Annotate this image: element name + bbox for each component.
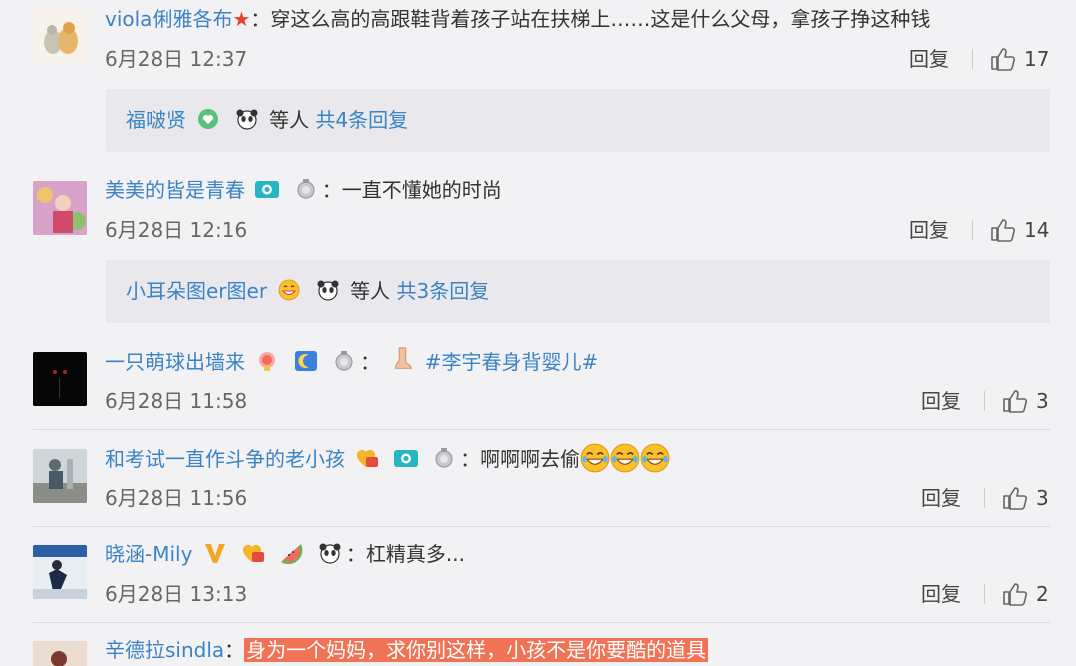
panda-icon: [319, 543, 341, 564]
reply-button[interactable]: 回复: [921, 484, 961, 512]
reply-button[interactable]: 回复: [909, 216, 949, 244]
avatar[interactable]: [33, 181, 87, 235]
separator: [984, 584, 985, 604]
sub-reply-others: 等人: [350, 279, 391, 303]
like-count: 3: [1036, 486, 1049, 510]
sub-reply-user[interactable]: 小耳朵图er图er: [126, 279, 267, 303]
avatar[interactable]: [33, 545, 87, 599]
divider: [33, 526, 1050, 527]
comment-time: 6月28日 11:58: [105, 389, 248, 413]
star-icon: ★: [232, 7, 251, 31]
comment-text: 杠精真多...: [365, 542, 465, 566]
separator: [984, 488, 985, 508]
vip-v-icon: [204, 544, 225, 563]
reply-button[interactable]: 回复: [909, 45, 949, 73]
like-button[interactable]: 3: [1002, 484, 1049, 512]
comment-line: 辛德拉sindla： 身为一个妈妈，求你别这样，小孩不是你要酷的道具: [105, 635, 709, 665]
thumbs-up-icon: [1003, 487, 1028, 510]
camera-badge-icon: [393, 450, 418, 467]
comment-line: 和考试一直作斗争的老小孩 ：啊啊啊去偷: [105, 443, 670, 474]
separator: [972, 49, 973, 69]
watermelon-icon: [280, 544, 302, 564]
username-link[interactable]: 美美的皆是青春: [105, 178, 245, 202]
medal-icon: [297, 179, 315, 199]
avatar[interactable]: [33, 10, 87, 64]
comment-line: 晓涵-Mily ：杠精真多...: [105, 539, 465, 569]
thumbs-up-icon: [1003, 390, 1028, 413]
laugh-cry-emoji-icon: [610, 443, 640, 473]
medal-icon: [435, 448, 453, 468]
like-count: 2: [1036, 582, 1049, 606]
sub-reply-box: 小耳朵图er图er 等人 共3条回复: [106, 260, 1050, 323]
like-count: 17: [1024, 47, 1050, 71]
comment-text: 一直不懂她的时尚: [341, 178, 502, 202]
sub-reply-user[interactable]: 福啵贤: [126, 108, 186, 132]
reply-button[interactable]: 回复: [921, 580, 961, 608]
laugh-cry-emoji-icon: [640, 443, 670, 473]
colon: ：: [224, 638, 245, 662]
comment-line: 美美的皆是青春 ：一直不懂她的时尚: [105, 175, 502, 205]
username-link[interactable]: 晓涵-Mily: [105, 542, 192, 566]
topic-link[interactable]: #李宇春身背婴儿#: [425, 350, 599, 374]
comment-time: 6月28日 12:16: [105, 218, 248, 242]
comment-text: 身为一个妈妈，求你别这样，小孩不是你要酷的道具: [244, 638, 709, 662]
divider: [33, 429, 1050, 430]
medal-icon: [335, 351, 353, 371]
panda-icon: [236, 109, 258, 130]
laugh-cry-emoji-icon: [580, 443, 610, 473]
comment-text: 啊啊啊去偷: [480, 447, 581, 471]
divider: [33, 622, 1050, 623]
username-link[interactable]: viola俐雅各布: [105, 7, 232, 31]
like-button[interactable]: 14: [990, 216, 1049, 244]
thumbs-up-icon: [1003, 583, 1028, 606]
avatar[interactable]: [33, 449, 87, 503]
separator: [972, 220, 973, 240]
fan-badge-icon: [259, 352, 276, 371]
leg-sticker-icon: [395, 347, 413, 369]
comment-text: 穿这么高的高跟鞋背着孩子站在扶梯上……这是什么父母，拿孩子挣这种钱: [270, 7, 931, 31]
like-button[interactable]: 17: [990, 45, 1049, 73]
like-button[interactable]: 2: [1002, 580, 1049, 608]
separator: [984, 391, 985, 411]
username-link[interactable]: 一只萌球出墙来: [105, 350, 245, 374]
avatar[interactable]: [33, 352, 87, 406]
camera-badge-icon: [255, 181, 280, 198]
comment-time: 6月28日 11:56: [105, 486, 248, 510]
panda-icon: [317, 280, 339, 301]
like-button[interactable]: 3: [1002, 387, 1049, 415]
sub-reply-others: 等人: [269, 108, 310, 132]
comment-line: viola俐雅各布★：穿这么高的高跟鞋背着孩子站在扶梯上……这是什么父母，拿孩子…: [105, 4, 930, 34]
comment-line: 一只萌球出墙来 ： #李宇春身背婴儿#: [105, 346, 598, 377]
heart-badge-icon: [198, 109, 219, 129]
colon: ：: [321, 178, 342, 202]
colon: ：: [250, 7, 271, 31]
moon-badge-icon: [294, 351, 317, 371]
comment-time: 6月28日 13:13: [105, 582, 248, 606]
view-replies-link[interactable]: 共4条回复: [315, 108, 408, 132]
colon: ：: [345, 542, 366, 566]
sub-reply-box: 福啵贤 等人 共4条回复: [106, 89, 1050, 152]
fan-badge-icon: [243, 545, 265, 562]
grin-emoji-icon: [278, 279, 300, 301]
avatar[interactable]: [33, 641, 87, 666]
username-link[interactable]: 辛德拉sindla: [105, 638, 224, 662]
colon: ：: [460, 447, 481, 471]
view-replies-link[interactable]: 共3条回复: [397, 279, 490, 303]
colon: ：: [360, 350, 381, 374]
like-count: 14: [1024, 218, 1050, 242]
username-link[interactable]: 和考试一直作斗争的老小孩: [105, 447, 345, 471]
fan-badge-icon: [357, 450, 379, 467]
thumbs-up-icon: [991, 219, 1016, 242]
reply-button[interactable]: 回复: [921, 387, 961, 415]
comment-time: 6月28日 12:37: [105, 47, 248, 71]
like-count: 3: [1036, 389, 1049, 413]
thumbs-up-icon: [991, 48, 1016, 71]
